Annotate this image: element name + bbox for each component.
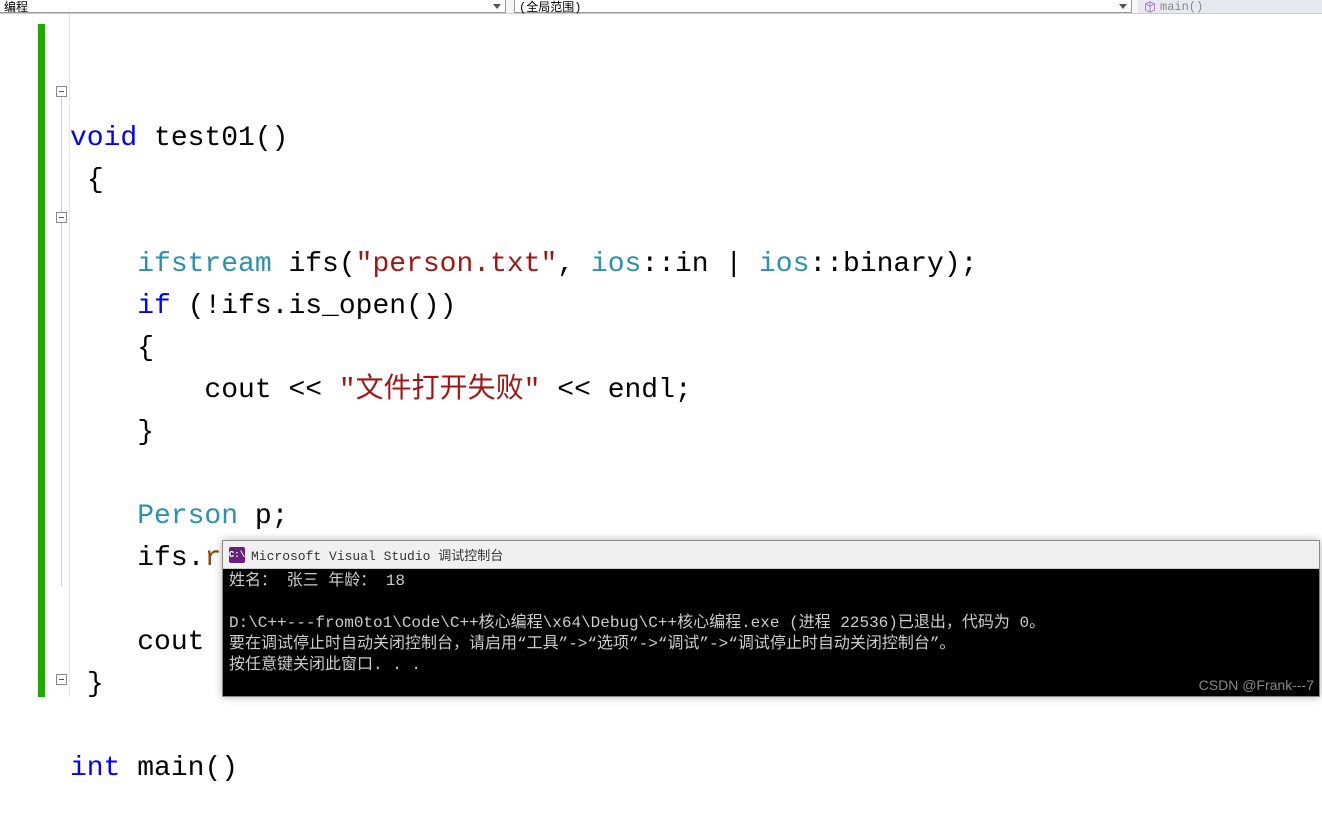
code-line: { [70,165,104,196]
chevron-down-icon [493,4,501,9]
code-line: } [70,417,154,448]
console-output[interactable]: 姓名： 张三 年龄： 18 D:\C++---from0to1\Code\C++… [223,569,1319,678]
console-icon: C:\ [229,547,245,563]
console-window[interactable]: C:\ Microsoft Visual Studio 调试控制台 姓名： 张三… [222,540,1320,697]
method-icon [1144,1,1156,13]
scope-dropdown-mid[interactable]: (全局范围) [514,0,1132,13]
console-titlebar[interactable]: C:\ Microsoft Visual Studio 调试控制台 [223,541,1319,569]
code-line: } [70,669,104,700]
scope-mid-label: (全局范围) [519,0,581,15]
code-line: if (!ifs.is_open()) [70,291,457,322]
code-line: cout [70,627,204,658]
code-line: Person p; [70,501,288,532]
fold-toggle[interactable] [56,212,67,223]
watermark: CSDN @Frank---7 [1199,677,1314,693]
scope-dropdown-left[interactable]: 编程 [0,0,506,13]
console-title-text: Microsoft Visual Studio 调试控制台 [251,545,503,564]
code-line: void test01() [70,123,288,154]
change-marker [38,24,45,697]
code-line: ifstream ifs("person.txt", ios::in | ios… [70,249,977,280]
scope-left-label: 编程 [4,0,28,15]
code-line: int main() [70,753,238,784]
method-label: main() [1160,0,1203,14]
fold-toggle[interactable] [56,86,67,97]
code-line: cout << "文件打开失败" << endl; [70,375,692,406]
top-bar: 编程 (全局范围) main() [0,0,1322,14]
code-line: { [70,333,154,364]
method-dropdown[interactable]: main() [1138,0,1322,13]
fold-toggle[interactable] [56,674,67,685]
gutter [0,14,70,697]
fold-line [61,97,62,587]
chevron-down-icon [1119,4,1127,9]
